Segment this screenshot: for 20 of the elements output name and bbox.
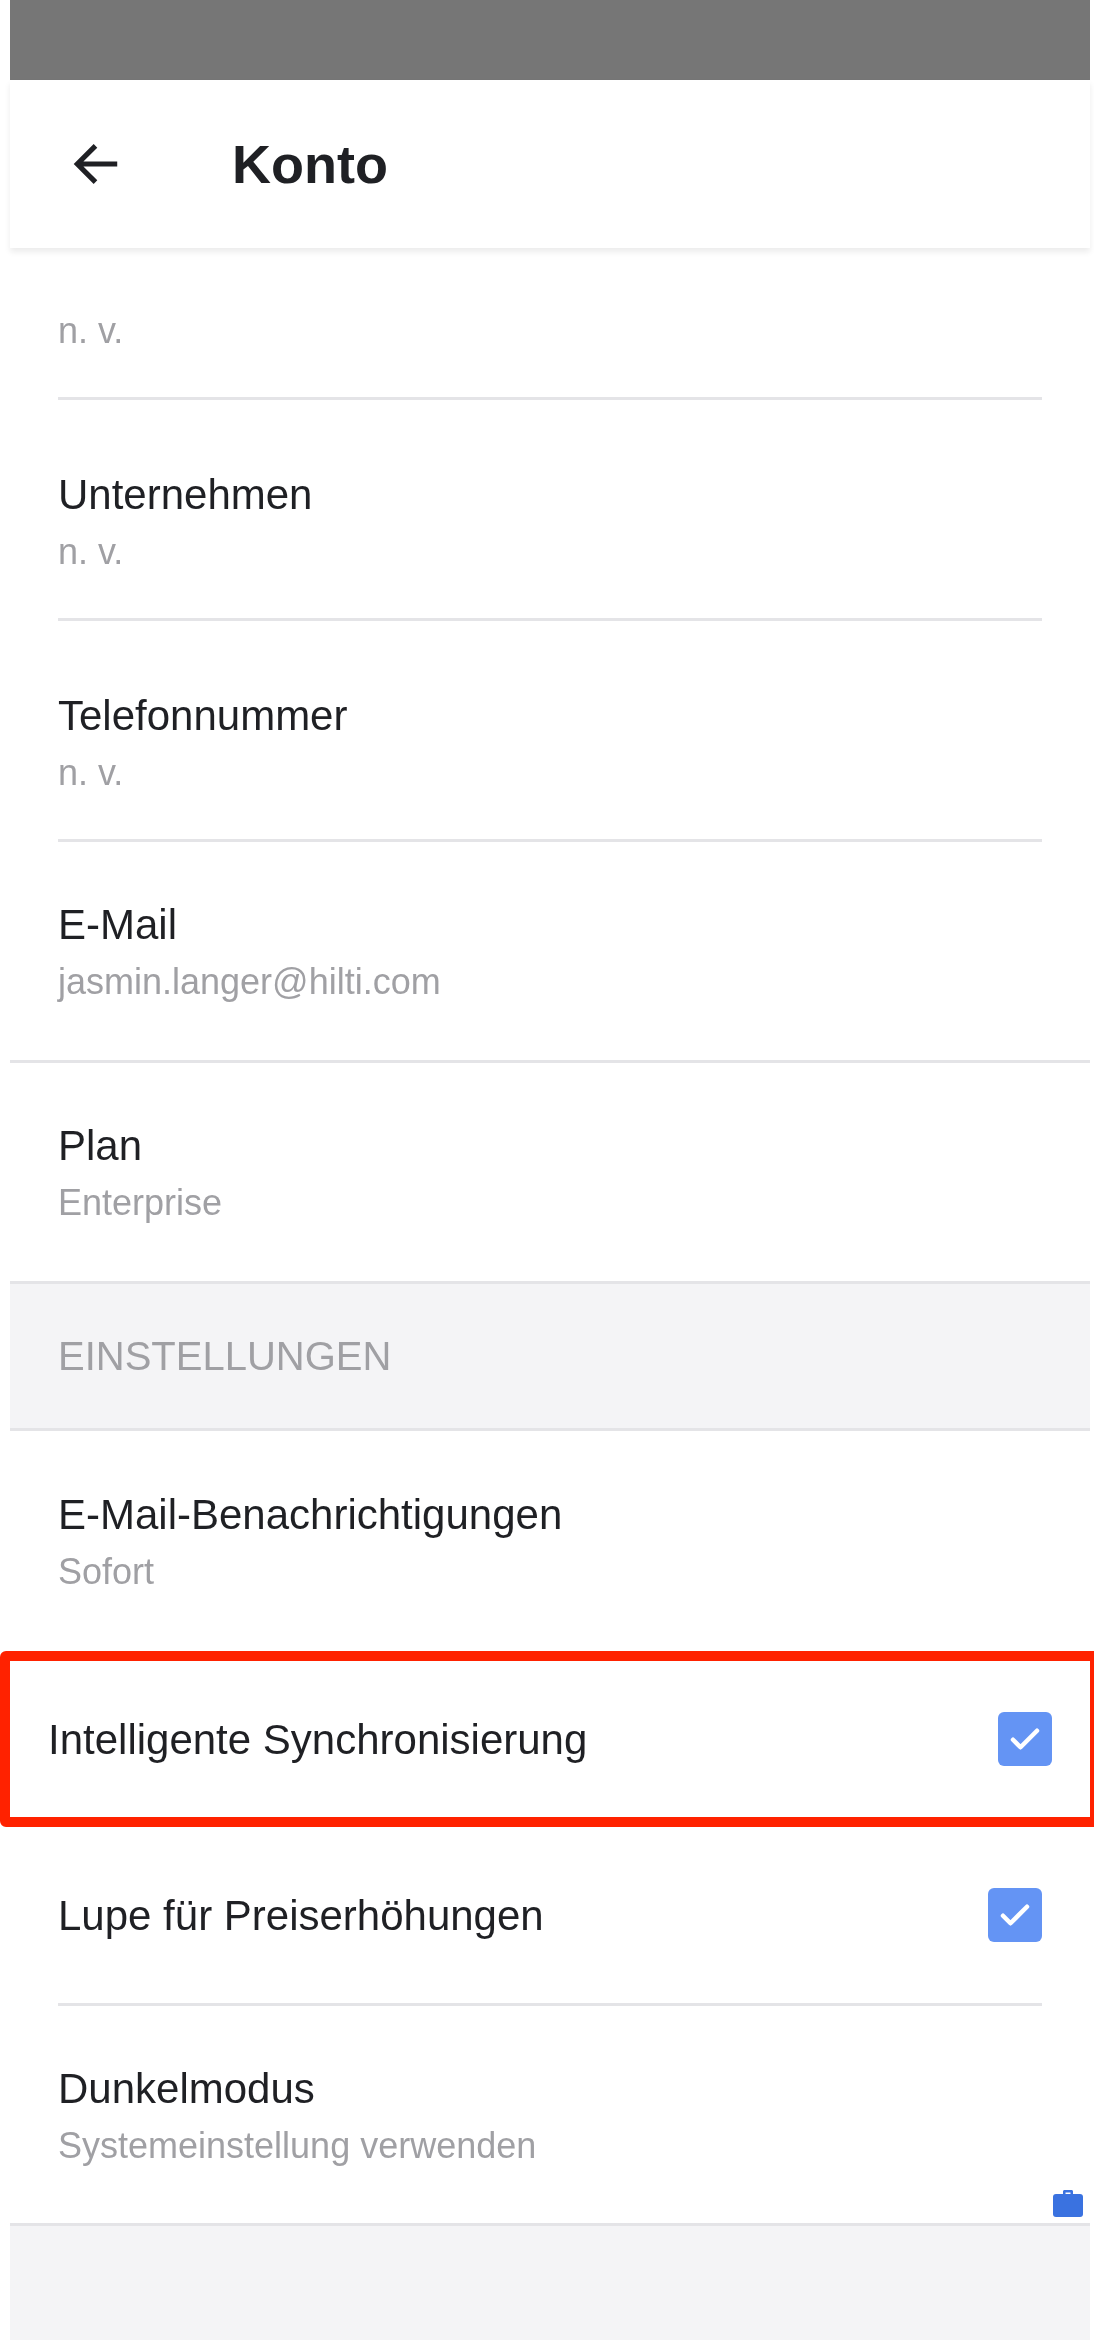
setting-label: E-Mail-Benachrichtigungen [58, 1490, 564, 1540]
setting-value: Sofort [58, 1550, 156, 1594]
setting-label: Dunkelmodus [58, 2063, 316, 2114]
field-label: Telefonnummer [58, 691, 349, 741]
field-value: n. v. [58, 530, 125, 574]
field-value: n. v. [58, 309, 125, 353]
section-title: EINSTELLUNGEN [58, 1333, 392, 1380]
briefcase-icon [1052, 2188, 1084, 2218]
field-value: jasmin.langer@hilti.com [58, 960, 442, 1004]
field-label: E-Mail [58, 900, 178, 950]
checkbox[interactable] [998, 1712, 1052, 1766]
field-value: Enterprise [58, 1181, 224, 1225]
setting-label: Lupe für Preiserhöhungen [58, 1890, 544, 1941]
setting-value: Systemeinstellung verwenden [58, 2123, 538, 2168]
field-value: n. v. [58, 751, 125, 795]
field-label: Unternehmen [58, 470, 314, 520]
setting-label: Intelligente Synchronisierung [48, 1714, 588, 1765]
page-title: Konto [232, 137, 388, 191]
field-label: Plan [58, 1121, 144, 1171]
checkbox[interactable] [988, 1888, 1042, 1942]
